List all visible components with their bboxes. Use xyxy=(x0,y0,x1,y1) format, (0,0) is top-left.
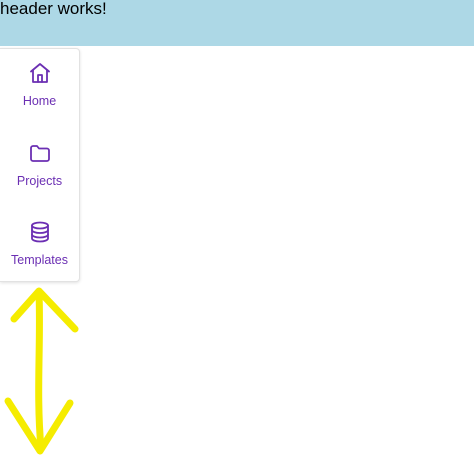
header-title: header works! xyxy=(0,0,107,18)
header-bar: header works! xyxy=(0,0,474,46)
sidebar-item-label: Home xyxy=(22,94,57,108)
double-headed-arrow-annotation xyxy=(4,287,79,455)
sidebar-item-label: Templates xyxy=(11,253,68,267)
folder-icon xyxy=(28,141,52,165)
sidebar-nav: Home Projects Templates xyxy=(0,48,80,282)
sidebar-item-templates[interactable]: Templates xyxy=(0,220,79,292)
sidebar-item-projects[interactable]: Projects xyxy=(0,141,79,213)
sidebar-item-label: Projects xyxy=(16,174,63,188)
sidebar-item-home[interactable]: Home xyxy=(0,61,79,133)
home-icon xyxy=(28,61,52,85)
database-icon xyxy=(28,220,52,244)
page: header works! Home Projects Templates xyxy=(0,0,474,475)
